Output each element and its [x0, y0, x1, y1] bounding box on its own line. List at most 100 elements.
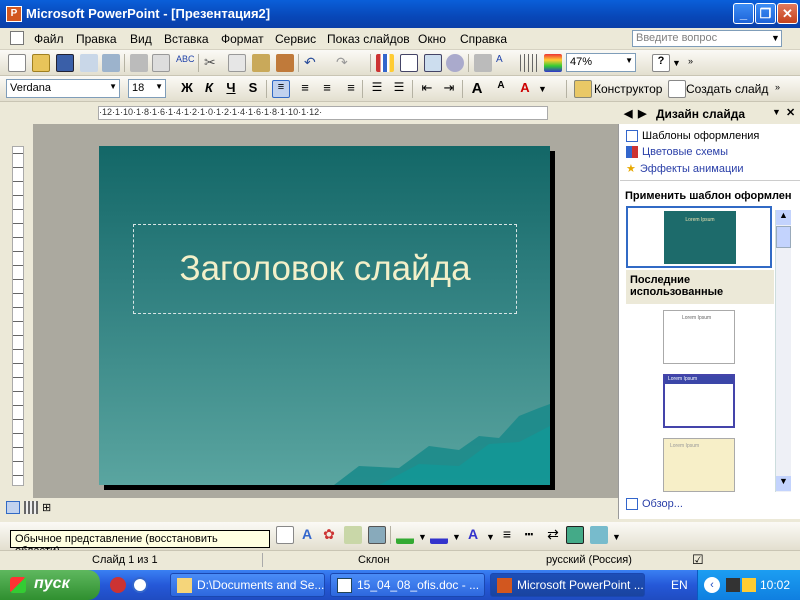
start-button[interactable]: пуск	[0, 570, 100, 600]
clipart-icon[interactable]	[344, 526, 362, 544]
bold-button[interactable]: Ж	[178, 80, 196, 98]
spelling-icon[interactable]: ABC	[176, 54, 195, 72]
bullets-icon[interactable]: ☰	[390, 80, 408, 98]
spelling-status-icon[interactable]: ☑	[692, 552, 704, 568]
show-grid-icon[interactable]	[520, 54, 538, 72]
shadow-button[interactable]: S	[244, 80, 262, 98]
new-slide-button[interactable]: Создать слайд	[686, 82, 768, 96]
taskbar-explorer[interactable]: D:\Documents and Se...	[170, 573, 325, 597]
back-icon[interactable]: ◀	[624, 107, 632, 120]
permission-icon[interactable]	[80, 54, 98, 72]
undo-icon[interactable]: ↶	[304, 54, 322, 72]
forward-icon[interactable]: ▶	[638, 107, 646, 120]
slide-title-text[interactable]: Заголовок слайда	[179, 249, 470, 289]
show-formatting-icon[interactable]: A	[496, 54, 514, 72]
drawing-font-color-icon[interactable]: A	[464, 526, 482, 544]
powerpoint-app-icon[interactable]: P	[6, 6, 22, 22]
quicklaunch-icon[interactable]	[110, 577, 126, 593]
task-pane-scrollbar[interactable]: ▲ ▼	[775, 210, 791, 492]
help-icon[interactable]: ?	[652, 54, 670, 72]
menu-slideshow[interactable]: Показ слайдов	[327, 32, 410, 46]
fill-color-arrow-icon[interactable]: ▼	[418, 532, 427, 542]
browse-link[interactable]: Обзор...	[626, 498, 683, 511]
designer-icon[interactable]	[574, 80, 592, 98]
fill-color-icon[interactable]	[396, 526, 414, 544]
formatting-options-icon[interactable]: »	[775, 82, 780, 92]
design-templates-link[interactable]: Шаблоны оформления	[626, 130, 759, 143]
decrease-font-icon[interactable]: A	[492, 80, 510, 98]
tables-borders-icon[interactable]	[424, 54, 442, 72]
cut-icon[interactable]: ✂	[204, 54, 222, 72]
normal-view-button[interactable]	[6, 501, 20, 514]
wordart-icon[interactable]: A	[298, 526, 316, 544]
menu-insert[interactable]: Вставка	[164, 32, 209, 46]
diagram-icon[interactable]: ✿	[320, 526, 338, 544]
network-icon[interactable]	[726, 578, 740, 592]
line-color-arrow-icon[interactable]: ▼	[452, 532, 461, 542]
zoom-combo[interactable]: 47% ▼	[566, 53, 636, 72]
format-painter-icon[interactable]	[276, 54, 294, 72]
menu-window[interactable]: Окно	[418, 32, 446, 46]
task-pane-close-icon[interactable]: ✕	[786, 106, 795, 119]
recent-template-2[interactable]: Lorem Ipsum	[663, 374, 735, 428]
ie-icon[interactable]	[132, 577, 148, 593]
input-language[interactable]: EN	[671, 578, 688, 592]
open-icon[interactable]	[32, 54, 50, 72]
horizontal-ruler[interactable]: ·12·1·10·1·8·1·6·1·4·1·2·1·0·1·2·1·4·1·6…	[98, 106, 548, 120]
recent-template-1[interactable]: Lorem Ipsum	[663, 310, 735, 364]
zoom-arrow-icon[interactable]: ▼	[625, 56, 633, 65]
designer-button[interactable]: Конструктор	[594, 82, 662, 96]
email-icon[interactable]	[102, 54, 120, 72]
font-color-icon[interactable]: A	[516, 80, 534, 98]
arrow-style-icon[interactable]: ⇄	[544, 526, 562, 544]
insert-diagram-icon[interactable]	[446, 54, 464, 72]
font-size-combo[interactable]: 18 ▼	[128, 79, 166, 98]
underline-button[interactable]: Ч	[222, 80, 240, 98]
current-template-thumb[interactable]: Lorem Ipsum	[626, 206, 772, 268]
font-combo[interactable]: Verdana ▼	[6, 79, 120, 98]
clock[interactable]: 10:02	[760, 578, 790, 592]
menu-format[interactable]: Формат	[221, 32, 264, 46]
italic-button[interactable]: К	[200, 80, 218, 98]
menu-tools[interactable]: Сервис	[275, 32, 316, 46]
dash-style-icon[interactable]: ┅	[520, 526, 538, 544]
menu-help[interactable]: Справка	[460, 32, 507, 46]
new-slide-icon[interactable]	[668, 80, 686, 98]
ask-dropdown-arrow-icon[interactable]: ▼	[771, 33, 780, 43]
volume-icon[interactable]	[742, 578, 756, 592]
color-schemes-link[interactable]: Цветовые схемы	[626, 146, 728, 159]
minimize-button[interactable]: _	[733, 3, 754, 24]
close-button[interactable]: ✕	[777, 3, 798, 24]
increase-font-icon[interactable]: A	[468, 80, 486, 98]
help-arrow-icon[interactable]: ▼	[672, 58, 681, 68]
align-center-icon[interactable]: ≡	[296, 80, 314, 98]
toolbar-options-icon[interactable]: »	[688, 56, 693, 66]
taskbar-powerpoint[interactable]: Microsoft PowerPoint ...	[490, 573, 645, 597]
print-icon[interactable]	[130, 54, 148, 72]
menu-view[interactable]: Вид	[130, 32, 152, 46]
copy-icon[interactable]	[228, 54, 246, 72]
increase-indent-icon[interactable]: ⇥	[440, 80, 458, 98]
textbox-icon[interactable]	[276, 526, 294, 544]
restore-button[interactable]: ❐	[755, 3, 776, 24]
vertical-ruler[interactable]	[12, 146, 24, 486]
drawing-font-color-arrow-icon[interactable]: ▼	[486, 532, 495, 542]
menu-file[interactable]: Файл	[34, 32, 64, 46]
line-color-icon[interactable]	[430, 526, 448, 544]
insert-chart-icon[interactable]	[376, 54, 394, 72]
recent-template-3[interactable]: Lorem Ipsum	[663, 438, 735, 492]
menu-edit[interactable]: Правка	[76, 32, 117, 46]
size-arrow-icon[interactable]: ▼	[155, 82, 163, 91]
animation-schemes-link[interactable]: ★ Эффекты анимации	[626, 162, 744, 175]
paste-icon[interactable]	[252, 54, 270, 72]
line-style-icon[interactable]: ≡	[498, 526, 516, 544]
font-arrow-icon[interactable]: ▼	[109, 82, 117, 91]
redo-icon[interactable]: ↷	[336, 54, 354, 72]
justify-icon[interactable]: ≡	[342, 80, 360, 98]
scroll-thumb[interactable]	[776, 226, 791, 248]
slide-sorter-button[interactable]	[24, 501, 38, 514]
slide-canvas[interactable]: Заголовок слайда	[99, 146, 550, 485]
show-hidden-icons[interactable]: ‹	[704, 577, 720, 593]
insert-table-icon[interactable]	[400, 54, 418, 72]
align-right-icon[interactable]: ≡	[318, 80, 336, 98]
